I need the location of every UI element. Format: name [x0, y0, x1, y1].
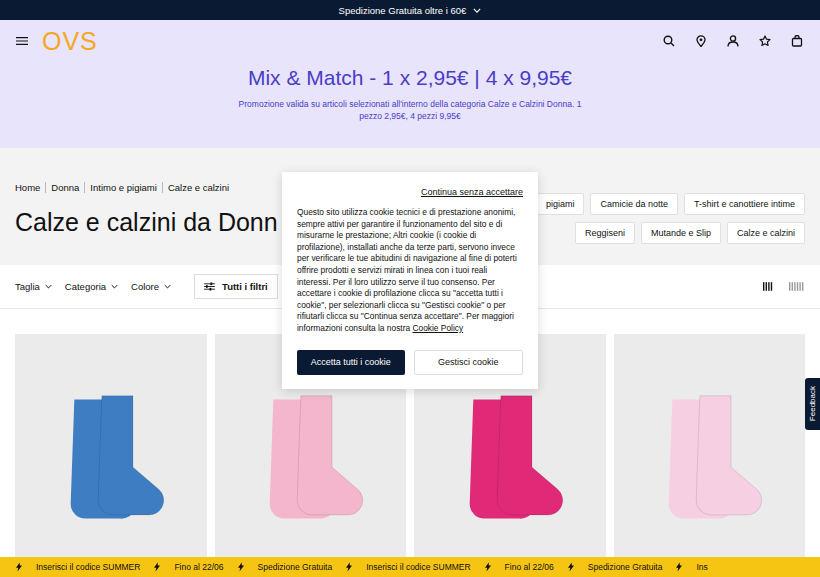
- accept-all-button[interactable]: Accetta tutti i cookie: [297, 350, 405, 375]
- promo-title: Mix & Match - 1 x 2,95€ | 4 x 9,95€: [248, 66, 572, 90]
- breadcrumb-item[interactable]: Calze e calzini: [162, 182, 234, 193]
- ticker-item: Spedizione Gratuita: [588, 562, 663, 572]
- search-icon[interactable]: [663, 35, 675, 47]
- shipping-bar[interactable]: Spedizione Gratuita oltre i 60€: [0, 0, 820, 20]
- manage-cookies-button[interactable]: Gestisci cookie: [414, 350, 524, 375]
- ticker-item: Inserisci il codice SUMMER: [366, 562, 470, 572]
- lightning-icon: [154, 562, 160, 572]
- ticker-item: Inserisci il codice SUMMER: [36, 562, 140, 572]
- page: Spedizione Gratuita oltre i 60€ OVS Mix …: [0, 0, 820, 577]
- category-chip[interactable]: Mutande e Slip: [641, 222, 721, 244]
- lightning-icon: [568, 562, 574, 572]
- header: OVS: [0, 20, 820, 62]
- product-card[interactable]: [614, 334, 806, 577]
- page-title: Calze e calzini da Donn: [15, 208, 278, 237]
- lightning-icon: [346, 562, 352, 572]
- category-chip[interactable]: pigiami: [536, 193, 585, 215]
- breadcrumb-item[interactable]: Home: [15, 182, 45, 193]
- product-image: [654, 389, 764, 529]
- cookie-policy-link[interactable]: Cookie Policy: [412, 323, 463, 333]
- breadcrumb-item[interactable]: Donna: [45, 182, 84, 193]
- ticker-item: Ins: [696, 562, 707, 572]
- lightning-icon: [16, 562, 22, 572]
- filter-dropdown[interactable]: Colore: [131, 281, 171, 292]
- lightning-icon: [238, 562, 244, 572]
- category-chip[interactable]: Reggiseni: [575, 222, 635, 244]
- category-chip[interactable]: Calze e calzini: [727, 222, 805, 244]
- promo-ticker: Inserisci il codice SUMMER Fino al 22/06…: [0, 557, 820, 577]
- feedback-tab[interactable]: Feedback: [805, 378, 820, 430]
- breadcrumb: HomeDonnaIntimo e pigiamiCalze e calzini: [15, 182, 278, 193]
- grid-view-icon[interactable]: [789, 282, 805, 291]
- bag-icon[interactable]: [791, 35, 803, 47]
- chevron-down-icon: [111, 284, 118, 289]
- hero: OVS Mix & Match - 1 x 2,95€ | 4 x 9,95€ …: [0, 20, 820, 148]
- product-image: [455, 389, 565, 529]
- ticker-item: Fino al 22/06: [174, 562, 223, 572]
- promo-subtitle: Promozione valida su articoli selezionat…: [238, 98, 583, 122]
- store-location-icon[interactable]: [695, 35, 707, 47]
- chevron-down-icon: [473, 8, 481, 13]
- lightning-icon: [676, 562, 682, 572]
- lightning-icon: [485, 562, 491, 572]
- chevron-down-icon: [164, 284, 171, 289]
- product-image: [255, 389, 365, 529]
- promo-banner: Mix & Match - 1 x 2,95€ | 4 x 9,95€ Prom…: [0, 62, 820, 122]
- filter-dropdown[interactable]: Taglia: [15, 281, 52, 292]
- grid-view-icon[interactable]: [763, 282, 773, 291]
- user-icon[interactable]: [727, 35, 739, 47]
- chevron-down-icon: [45, 284, 52, 289]
- product-image: [56, 389, 166, 529]
- logo[interactable]: OVS: [42, 29, 98, 54]
- category-chip[interactable]: T-shirt e canottiere intime: [684, 193, 805, 215]
- ticker-item: Spedizione Gratuita: [258, 562, 333, 572]
- breadcrumb-item[interactable]: Intimo e pigiami: [84, 182, 162, 193]
- sliders-icon: [204, 282, 215, 291]
- category-chip[interactable]: Camicie da notte: [590, 193, 678, 215]
- continue-without-accepting-link[interactable]: Continua senza accettare: [421, 187, 523, 197]
- filter-dropdown[interactable]: Categoria: [65, 281, 118, 292]
- menu-icon[interactable]: [16, 35, 28, 47]
- star-icon[interactable]: [759, 35, 771, 47]
- product-card[interactable]: [15, 334, 207, 577]
- all-filters-button[interactable]: Tutti i filtri: [194, 274, 278, 299]
- cookie-banner: Continua senza accettare Questo sito uti…: [282, 172, 538, 389]
- shipping-text: Spedizione Gratuita oltre i 60€: [339, 5, 467, 16]
- cookie-text: Questo sito utilizza cookie tecnici e di…: [297, 207, 523, 335]
- ticker-item: Fino al 22/06: [505, 562, 554, 572]
